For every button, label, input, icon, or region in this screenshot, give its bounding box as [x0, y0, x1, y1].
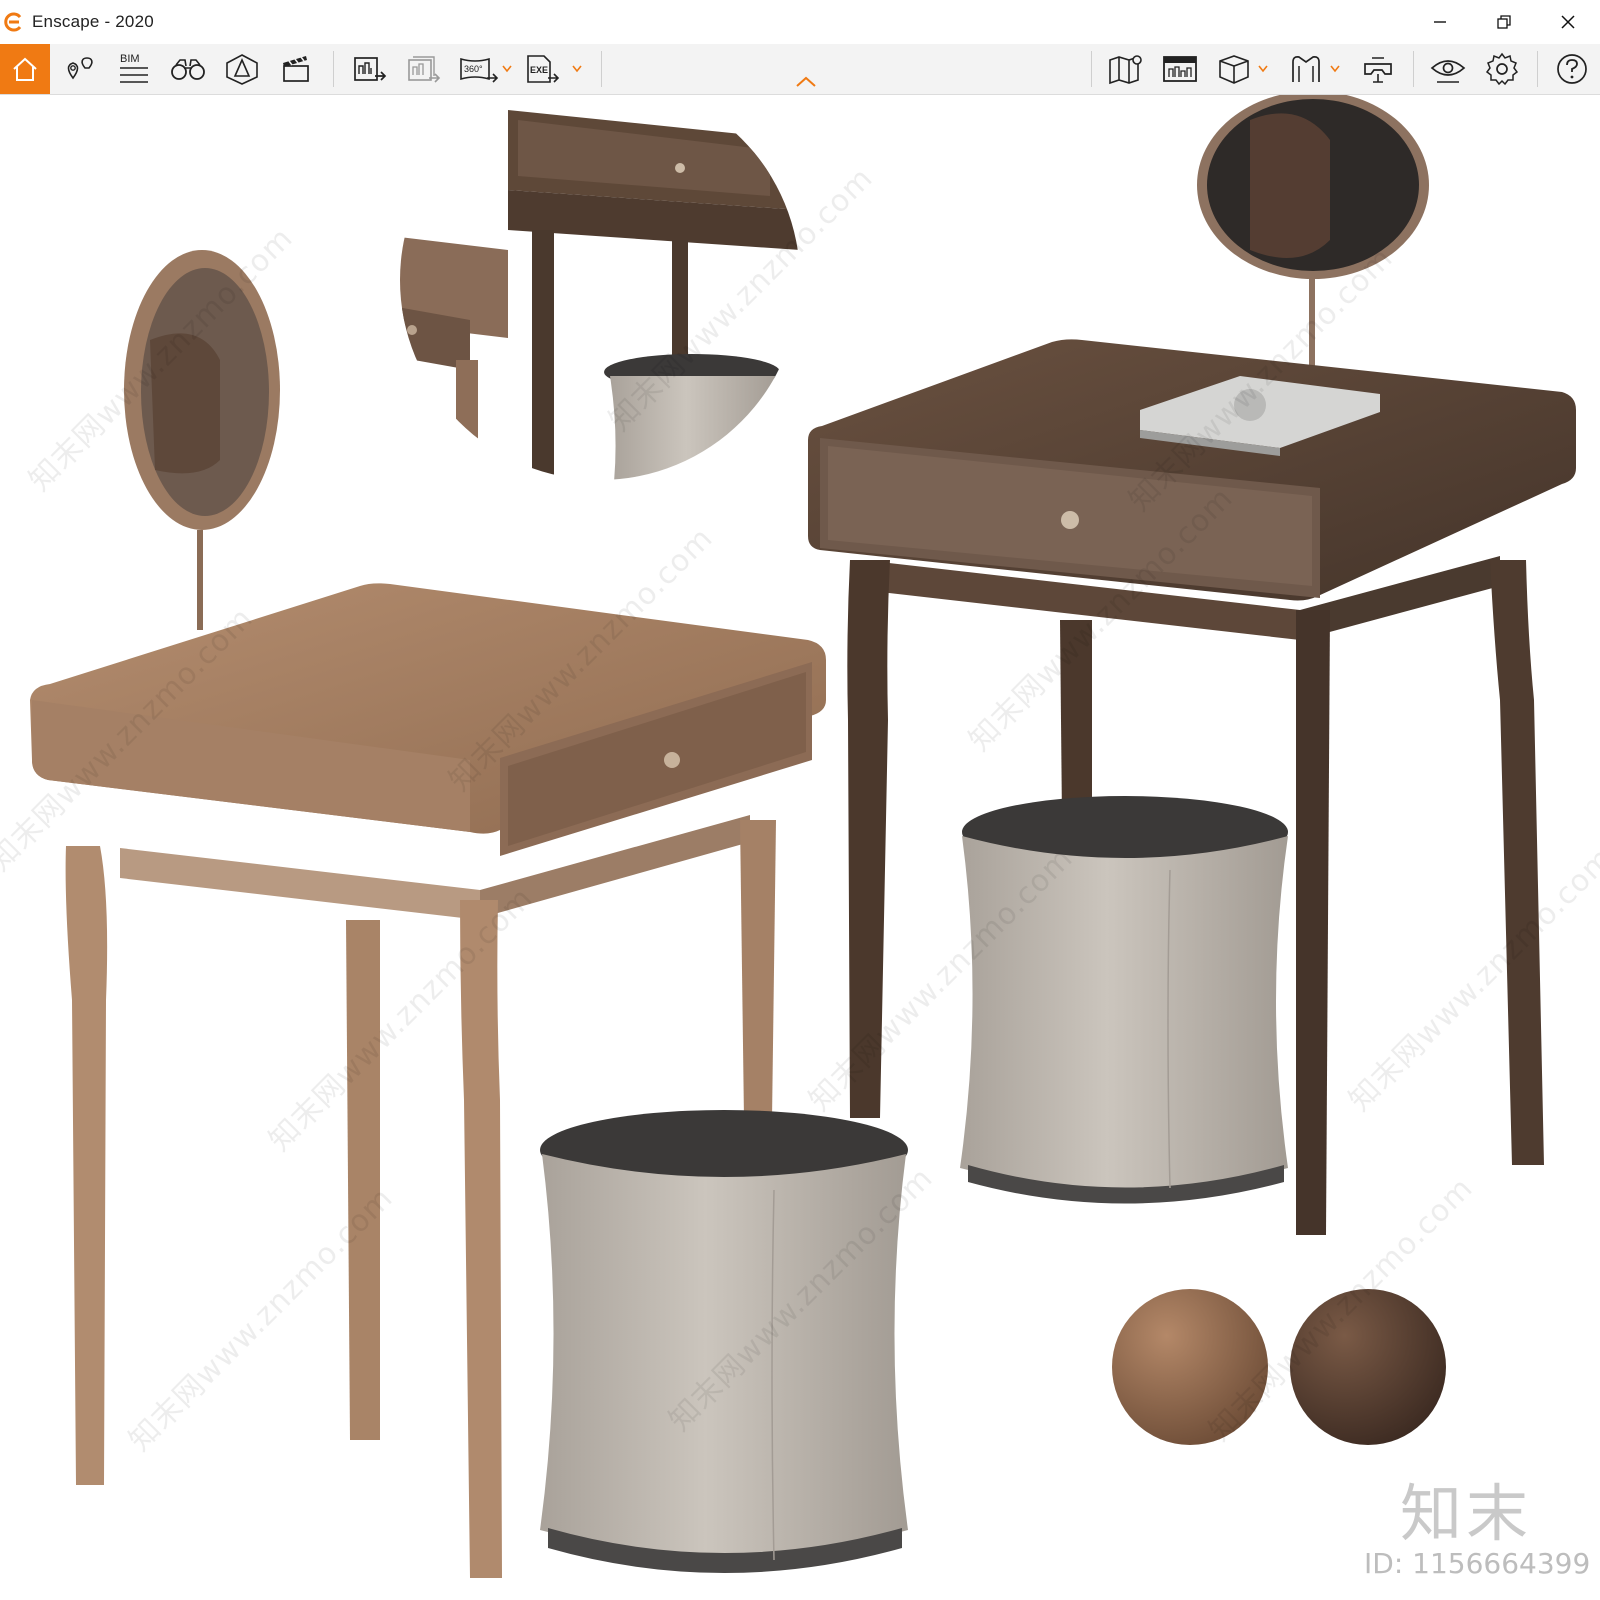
render-screenshot-icon — [354, 57, 387, 81]
panorama-360-label: 360° — [464, 64, 483, 74]
minimize-icon — [1434, 21, 1446, 23]
panorama-360-icon: 360° — [460, 57, 499, 83]
chevron-down-icon — [1258, 65, 1268, 73]
toolbar-separator — [1413, 51, 1414, 87]
toolbar-separator — [601, 51, 602, 87]
batch-render-button[interactable] — [398, 44, 450, 94]
panorama-dropdown[interactable] — [500, 44, 514, 94]
window-title: Enscape - 2020 — [32, 12, 154, 31]
export-exe-label: EXE — [530, 65, 548, 75]
chevron-up-icon — [796, 76, 816, 87]
preview-eye-icon — [1430, 60, 1466, 83]
vr-headset-button[interactable] — [1280, 44, 1332, 94]
help-icon — [1557, 54, 1587, 84]
export-dropdown[interactable] — [570, 44, 584, 94]
panorama-360-button[interactable]: 360° — [452, 44, 504, 94]
home-icon — [13, 57, 37, 81]
close-icon — [1561, 15, 1575, 29]
bim-icon: BIM — [120, 53, 148, 83]
visual-settings-button[interactable] — [1154, 44, 1206, 94]
bim-label: BIM — [120, 53, 140, 65]
bim-button[interactable]: BIM — [108, 44, 160, 94]
main-toolbar: BIM 360° EXE — [0, 44, 1600, 95]
vr-dropdown[interactable] — [1328, 44, 1342, 94]
restore-button[interactable] — [1472, 0, 1536, 44]
title-bar: Enscape - 2020 — [0, 0, 1600, 44]
preview-eye-button[interactable] — [1422, 44, 1474, 94]
video-editor-icon — [283, 56, 309, 82]
chevron-down-icon — [1330, 65, 1340, 73]
cube-view-dropdown[interactable] — [1256, 44, 1270, 94]
enscape-logo-icon — [4, 11, 26, 33]
toolbar-separator — [1537, 51, 1538, 87]
collapse-toolbar-button[interactable] — [792, 72, 820, 92]
minimap-button[interactable] — [1100, 44, 1152, 94]
binoculars-button[interactable] — [162, 44, 214, 94]
chevron-down-icon — [502, 65, 512, 73]
export-exe-button[interactable]: EXE — [516, 44, 568, 94]
visual-settings-icon — [1163, 56, 1197, 82]
window-controls — [1408, 0, 1600, 44]
asset-library-icon — [226, 54, 258, 85]
vanity-dark — [808, 95, 1576, 1235]
cube-view-button[interactable] — [1208, 44, 1260, 94]
brand-id: ID: 1156664399 — [1364, 1547, 1591, 1580]
toolbar-separator — [333, 51, 334, 87]
help-button[interactable] — [1546, 44, 1598, 94]
collaboration-icon — [1364, 57, 1392, 83]
vr-headset-icon — [1292, 56, 1320, 82]
asset-library-button[interactable] — [216, 44, 268, 94]
export-exe-icon: EXE — [527, 55, 560, 83]
brand-mark: 知末 — [1400, 1477, 1533, 1550]
minimize-button[interactable] — [1408, 0, 1472, 44]
restore-icon — [1497, 15, 1511, 29]
views-button[interactable] — [54, 44, 106, 94]
batch-render-icon — [408, 56, 441, 83]
settings-gear-icon — [1485, 52, 1519, 86]
collaboration-button[interactable] — [1352, 44, 1404, 94]
home-button[interactable] — [0, 44, 50, 94]
scene-render — [30, 95, 1576, 1578]
render-screenshot-button[interactable] — [344, 44, 396, 94]
chevron-down-icon — [572, 65, 582, 73]
cube-view-icon — [1219, 55, 1249, 84]
settings-button[interactable] — [1476, 44, 1528, 94]
views-icon — [67, 57, 93, 80]
video-editor-button[interactable] — [270, 44, 322, 94]
binoculars-icon — [171, 59, 205, 80]
minimap-icon — [1109, 55, 1142, 85]
render-viewport[interactable]: 知末网www.znzmo.com 知末网www.znzmo.com 知末网www… — [0, 95, 1600, 1600]
toolbar-separator — [1091, 51, 1092, 87]
close-button[interactable] — [1536, 0, 1600, 44]
